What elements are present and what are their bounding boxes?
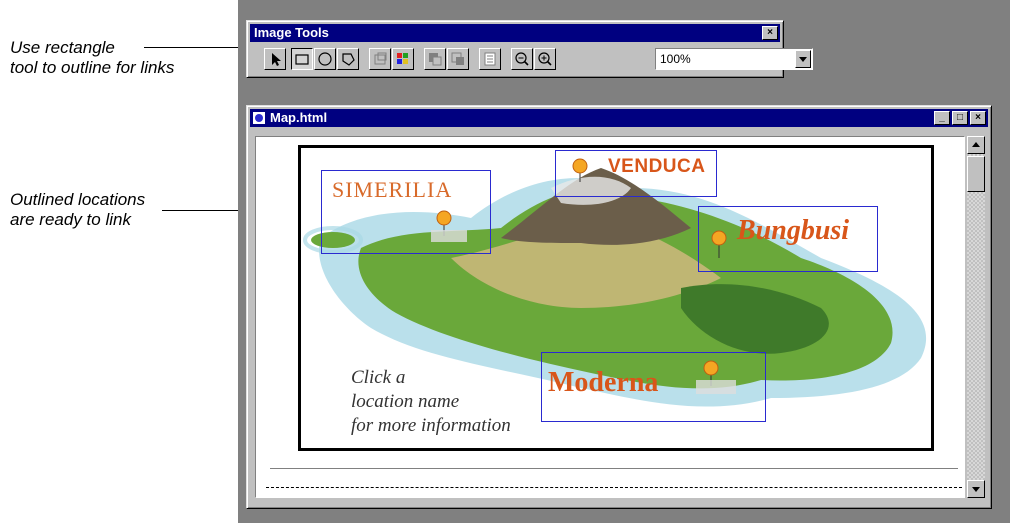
desktop-background: Image Tools × 100% Map.html _ □ × SIMERI… xyxy=(238,0,1010,523)
document-title: Map.html xyxy=(270,110,328,125)
location-label-venduca[interactable]: VENDUCA xyxy=(608,156,705,178)
image-tools-titlebar[interactable]: Image Tools × xyxy=(250,24,780,42)
maximize-button[interactable]: □ xyxy=(952,111,968,125)
send-back-tool[interactable] xyxy=(447,48,469,70)
scroll-up-button[interactable] xyxy=(967,136,985,154)
link-area-venduca[interactable]: VENDUCA xyxy=(555,150,717,197)
polygon-icon xyxy=(342,53,355,66)
zoom-out-icon xyxy=(515,52,529,66)
arrow-pointer-icon xyxy=(272,53,281,66)
circle-icon xyxy=(318,52,332,66)
frame-tool[interactable] xyxy=(369,48,391,70)
color-tool[interactable] xyxy=(392,48,414,70)
location-label-bungbusi[interactable]: Bungbusi xyxy=(737,215,849,247)
location-label-moderna[interactable]: Moderna xyxy=(548,367,658,399)
zoom-level-select[interactable]: 100% xyxy=(655,48,813,70)
scroll-thumb[interactable] xyxy=(967,156,985,192)
image-tools-close-button[interactable]: × xyxy=(762,26,778,40)
callout-outlined-locations: Outlined locations are ready to link xyxy=(10,190,146,229)
scroll-down-button[interactable] xyxy=(967,480,985,498)
map-image[interactable]: SIMERILIA VENDUCA Bungbusi Moderna Click… xyxy=(298,145,934,451)
frame-icon xyxy=(374,52,387,65)
vertical-scrollbar[interactable] xyxy=(967,136,985,498)
callout-rectangle-tool: Use rectangle tool to outline for links xyxy=(10,38,175,77)
document-titlebar[interactable]: Map.html _ □ × xyxy=(250,109,988,127)
arrow-up-icon xyxy=(972,142,980,147)
document-window: Map.html _ □ × SIMERILIA VENDUCA Bungbus… xyxy=(246,105,992,509)
bring-front-icon xyxy=(429,53,442,66)
horizontal-rule xyxy=(270,468,958,470)
zoom-out-tool[interactable] xyxy=(511,48,533,70)
send-back-icon xyxy=(451,52,464,65)
zoom-in-icon xyxy=(538,52,552,66)
link-area-simerilia[interactable]: SIMERILIA xyxy=(321,170,491,254)
link-area-bungbusi[interactable]: Bungbusi xyxy=(698,206,878,272)
rectangle-tool[interactable] xyxy=(291,48,313,70)
polygon-tool[interactable] xyxy=(337,48,359,70)
close-button[interactable]: × xyxy=(970,111,986,125)
bring-front-tool[interactable] xyxy=(424,48,446,70)
location-label-simerilia[interactable]: SIMERILIA xyxy=(332,177,452,203)
page-break-line xyxy=(266,487,962,488)
pointer-tool[interactable] xyxy=(264,48,286,70)
list-icon xyxy=(484,52,496,66)
circle-tool[interactable] xyxy=(314,48,336,70)
list-tool[interactable] xyxy=(479,48,501,70)
arrow-down-icon xyxy=(972,487,980,492)
document-icon xyxy=(253,112,265,124)
image-tools-title: Image Tools xyxy=(254,25,329,40)
color-palette-icon xyxy=(397,53,408,64)
document-content: SIMERILIA VENDUCA Bungbusi Moderna Click… xyxy=(255,136,965,498)
rectangle-icon xyxy=(295,54,309,65)
minimize-button[interactable]: _ xyxy=(934,111,950,125)
image-tools-window: Image Tools × 100% xyxy=(246,20,813,78)
zoom-in-tool[interactable] xyxy=(534,48,556,70)
map-instruction-text: Click a location name for more informati… xyxy=(351,367,511,436)
zoom-level-value: 100% xyxy=(660,52,691,66)
link-area-moderna[interactable]: Moderna xyxy=(541,352,766,422)
chevron-down-icon[interactable] xyxy=(795,50,811,68)
